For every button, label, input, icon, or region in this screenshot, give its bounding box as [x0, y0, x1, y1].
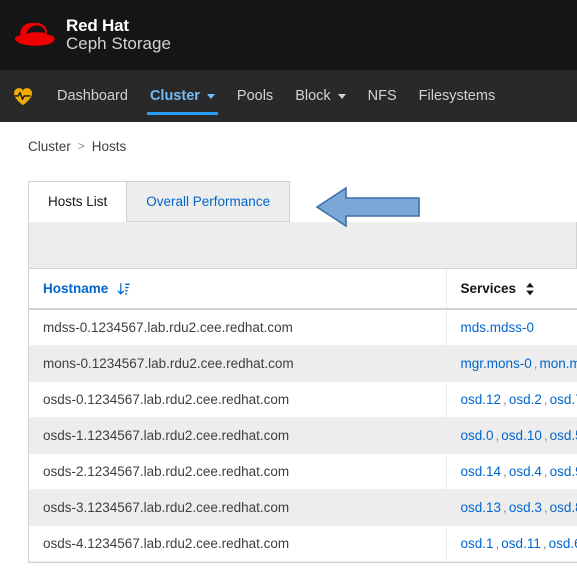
redhat-fedora-icon — [15, 22, 55, 46]
cell-hostname: osds-1.1234567.lab.rdu2.cee.redhat.com — [29, 417, 447, 454]
cell-hostname: osds-0.1234567.lab.rdu2.cee.redhat.com — [29, 381, 447, 418]
cell-services: mds.mdss-0 — [446, 309, 577, 346]
brand-header: Red Hat Ceph Storage — [0, 0, 577, 70]
table-row[interactable]: osds-2.1234567.lab.rdu2.cee.redhat.com os… — [29, 453, 577, 490]
cell-services: osd.14,osd.4,osd.9 — [446, 453, 577, 490]
nav-label: Pools — [236, 88, 274, 104]
nav-item-nfs[interactable]: NFS — [357, 70, 408, 122]
cell-hostname: osds-2.1234567.lab.rdu2.cee.redhat.com — [29, 453, 447, 490]
heart-pulse-icon — [14, 87, 32, 105]
table-toolbar[interactable] — [29, 222, 576, 269]
service-link[interactable]: osd.8 — [550, 500, 577, 515]
chevron-down-icon — [206, 93, 215, 99]
nav-label: Dashboard — [57, 88, 128, 104]
service-link[interactable]: osd.14 — [461, 464, 502, 479]
service-link[interactable]: osd.13 — [461, 500, 502, 515]
service-separator: , — [543, 428, 548, 443]
table-row[interactable]: osds-4.1234567.lab.rdu2.cee.redhat.com os… — [29, 525, 577, 562]
service-link[interactable]: osd.6 — [549, 536, 577, 551]
service-link[interactable]: osd.7 — [550, 392, 577, 407]
breadcrumb-separator-icon: > — [77, 139, 85, 153]
hosts-table-card: Hostname Services mdss-0.1234567.lab.rdu… — [28, 222, 577, 563]
tab-list: Hosts List Overall Performance — [28, 181, 577, 222]
service-link[interactable]: mon.m — [540, 356, 577, 371]
brand-title-line1: Red Hat — [66, 15, 129, 35]
nav-label: Cluster — [149, 88, 200, 104]
service-separator: , — [543, 464, 548, 479]
service-link[interactable]: osd.3 — [509, 500, 542, 515]
service-link[interactable]: mgr.mons-0 — [461, 356, 532, 371]
breadcrumb-item-cluster[interactable]: Cluster — [28, 139, 71, 154]
service-link[interactable]: osd.9 — [550, 464, 577, 479]
cell-services: osd.13,osd.3,osd.8 — [446, 489, 577, 526]
main-navigation: Dashboard Cluster Pools Block NFS Filesy… — [0, 70, 577, 122]
service-separator: , — [503, 392, 507, 407]
service-link[interactable]: osd.11 — [501, 536, 541, 551]
service-link[interactable]: osd.10 — [501, 428, 542, 443]
table-body: mdss-0.1234567.lab.rdu2.cee.redhat.com md… — [29, 309, 577, 562]
redhat-ceph-logo[interactable]: Red Hat Ceph Storage — [14, 15, 171, 54]
breadcrumb: Cluster > Hosts — [0, 122, 577, 156]
cell-hostname: mdss-0.1234567.lab.rdu2.cee.redhat.com — [29, 309, 447, 346]
cell-services: osd.1,osd.11,osd.6 — [446, 525, 577, 562]
tab-hosts-list[interactable]: Hosts List — [28, 181, 128, 222]
service-separator: , — [503, 500, 507, 515]
nav-item-cluster[interactable]: Cluster — [139, 70, 226, 122]
column-label: Services — [460, 281, 517, 296]
service-link[interactable]: osd.1 — [461, 536, 494, 551]
tab-label: Overall Performance — [146, 194, 271, 209]
service-link[interactable]: osd.2 — [509, 392, 542, 407]
brand-title-line2: Ceph Storage — [66, 34, 171, 53]
tab-overall-performance[interactable]: Overall Performance — [127, 181, 291, 222]
chevron-down-icon — [337, 93, 346, 99]
nav-item-dashboard[interactable]: Dashboard — [46, 70, 139, 122]
nav-label: Block — [295, 88, 331, 104]
service-link[interactable]: osd.12 — [461, 392, 502, 407]
hosts-table: Hostname Services mdss-0.1234567.lab.rdu… — [29, 269, 577, 562]
cell-services: osd.12,osd.2,osd.7 — [446, 381, 577, 418]
table-row[interactable]: osds-0.1234567.lab.rdu2.cee.redhat.com os… — [29, 381, 577, 418]
cell-hostname: osds-3.1234567.lab.rdu2.cee.redhat.com — [29, 489, 447, 526]
service-link[interactable]: mds.mdss-0 — [461, 320, 535, 335]
service-separator: , — [542, 536, 547, 551]
table-row[interactable]: osds-3.1234567.lab.rdu2.cee.redhat.com os… — [29, 489, 577, 526]
table-header-row: Hostname Services — [29, 269, 577, 310]
service-link[interactable]: osd.4 — [509, 464, 542, 479]
breadcrumb-item-hosts: Hosts — [91, 138, 127, 154]
service-link[interactable]: osd.0 — [461, 428, 494, 443]
tabs-container: Hosts List Overall Performance — [0, 181, 577, 228]
cell-hostname: osds-4.1234567.lab.rdu2.cee.redhat.com — [29, 525, 447, 562]
service-link[interactable]: osd.5 — [550, 428, 577, 443]
service-separator: , — [533, 356, 538, 371]
service-separator: , — [543, 500, 548, 515]
column-header-services[interactable]: Services — [446, 269, 577, 310]
cell-services: mgr.mons-0, mon.m — [446, 345, 577, 382]
service-separator: , — [503, 464, 507, 479]
nav-item-pools[interactable]: Pools — [226, 70, 284, 122]
column-label: Hostname — [43, 281, 109, 296]
nav-label: NFS — [367, 88, 397, 104]
nav-label: Filesystems — [418, 88, 496, 104]
table-row[interactable]: mons-0.1234567.lab.rdu2.cee.redhat.com mg… — [29, 345, 577, 382]
column-header-hostname[interactable]: Hostname — [29, 269, 447, 310]
sort-updown-icon — [525, 282, 535, 296]
nav-item-filesystems[interactable]: Filesystems — [408, 70, 507, 122]
sort-amount-down-icon — [117, 282, 130, 296]
nav-item-block[interactable]: Block — [284, 70, 356, 122]
tab-label: Hosts List — [48, 194, 108, 209]
cell-hostname: mons-0.1234567.lab.rdu2.cee.redhat.com — [29, 345, 447, 382]
table-header: Hostname Services — [29, 269, 577, 310]
cell-services: osd.0,osd.10,osd.5 — [446, 417, 577, 454]
service-separator: , — [543, 392, 548, 407]
table-row[interactable]: osds-1.1234567.lab.rdu2.cee.redhat.com os… — [29, 417, 577, 454]
table-row[interactable]: mdss-0.1234567.lab.rdu2.cee.redhat.com md… — [29, 309, 577, 346]
